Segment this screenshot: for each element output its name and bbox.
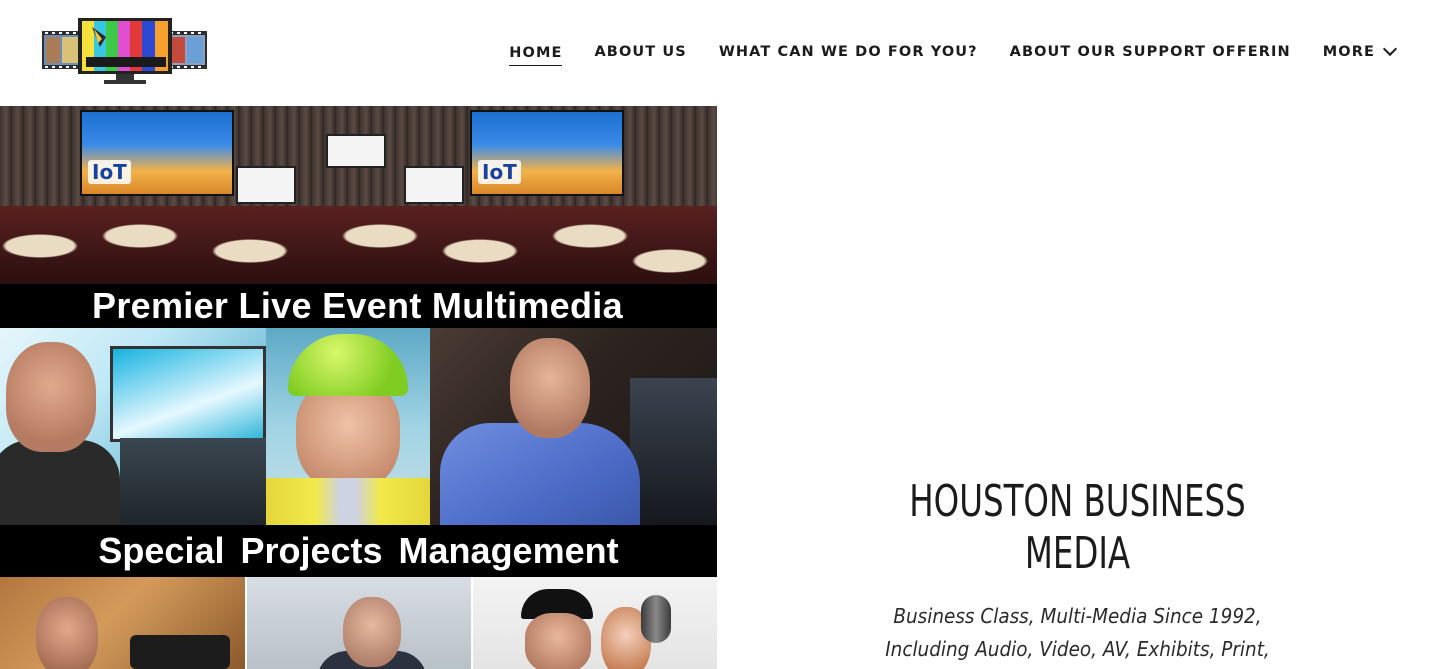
hero-subtitle-line1: Business Class, Multi-Media Since 1992, — [893, 604, 1262, 628]
person-face — [525, 613, 591, 669]
person-face — [36, 597, 98, 669]
site-header: HOME ABOUT US WHAT CAN WE DO FOR YOU? AB… — [0, 0, 1437, 106]
person-face — [510, 338, 590, 438]
site-logo[interactable] — [42, 17, 207, 87]
control-desk — [120, 438, 266, 525]
caption-special-text: Special Projects Management — [98, 530, 619, 571]
event-hall-photo: IoT IoT — [0, 106, 717, 284]
hero-title-line1: HOUSTON BUSINESS — [909, 476, 1246, 527]
people-photos-row — [0, 328, 717, 525]
studio-microphone — [641, 595, 671, 643]
safety-vest — [266, 478, 430, 525]
slide-monitor-1 — [236, 166, 296, 204]
iot-badge-right: IoT — [478, 160, 521, 184]
hero-title: HOUSTON BUSINESS MEDIA — [899, 476, 1256, 580]
mixing-console — [630, 378, 717, 525]
caption-premier-text: Premier Live Event Multimedia — [92, 285, 623, 326]
hero-title-line2: MEDIA — [1024, 528, 1131, 579]
chevron-down-icon — [1382, 41, 1398, 57]
caption-premier-live-event: Premier Live Event Multimedia — [0, 284, 717, 328]
nav-item-more[interactable]: MORE — [1322, 41, 1398, 66]
person-shirt — [440, 423, 640, 525]
logo-graphic — [42, 18, 207, 84]
nav-item-about-us[interactable]: ABOUT US — [594, 44, 686, 66]
nav-more-label: MORE — [1322, 44, 1375, 60]
photo-presenter — [245, 577, 473, 669]
hero-subtitle-line2: Including Audio, Video, AV, Exhibits, Pr… — [885, 637, 1270, 661]
projection-screen-left: IoT — [80, 110, 234, 196]
page: HOME ABOUT US WHAT CAN WE DO FOR YOU? AB… — [0, 0, 1437, 669]
photo-hardhat-portrait — [266, 328, 430, 525]
photo-camera-operator — [0, 577, 245, 669]
photo-engineer-console — [430, 328, 717, 525]
projection-screen-right: IoT — [470, 110, 624, 196]
iot-badge-left: IoT — [88, 160, 131, 184]
person-face — [296, 380, 400, 492]
person-head — [6, 342, 96, 452]
person-body — [0, 440, 120, 525]
photo-operator-headset — [0, 328, 266, 525]
main-nav: HOME ABOUT US WHAT CAN WE DO FOR YOU? AB… — [509, 41, 1398, 66]
bottom-photos-row — [0, 577, 717, 669]
nav-item-support-offering[interactable]: ABOUT OUR SUPPORT OFFERIN — [1010, 44, 1291, 66]
video-monitor — [110, 346, 266, 442]
video-camera — [130, 635, 230, 669]
nav-item-what-can-we-do[interactable]: WHAT CAN WE DO FOR YOU? — [719, 44, 978, 66]
nav-item-home[interactable]: HOME — [509, 45, 563, 66]
person-face — [343, 597, 401, 667]
hero-collage-image: IoT IoT Premier Live Event Multimedia Sp… — [0, 106, 717, 669]
slide-monitor-3 — [404, 166, 464, 204]
hero-subtitle: Business Class, Multi-Media Since 1992, … — [868, 600, 1287, 666]
slide-monitor-2 — [326, 134, 386, 168]
banquet-tables — [0, 206, 717, 284]
caption-special-projects: Special Projects Management — [0, 525, 717, 577]
photo-studio-microphone — [471, 577, 717, 669]
hardhat — [288, 334, 408, 396]
